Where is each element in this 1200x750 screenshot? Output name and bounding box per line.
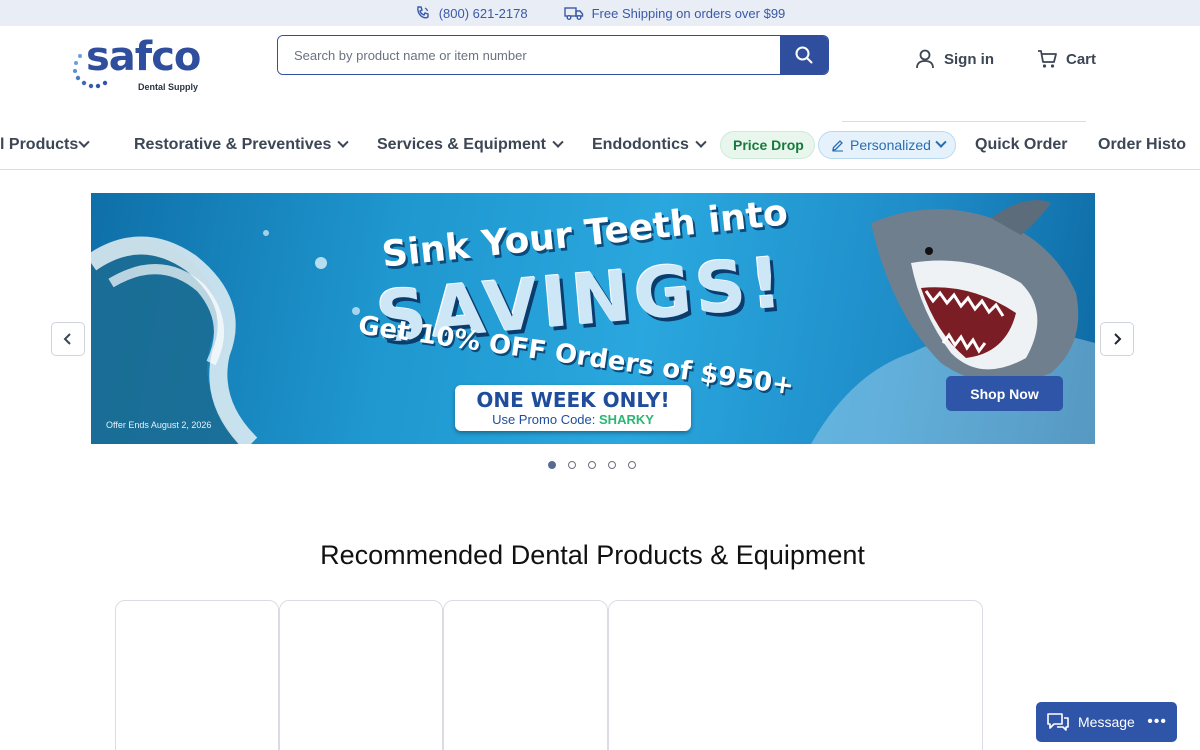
- carousel-prev-button[interactable]: [51, 322, 85, 356]
- chevron-right-icon: [1114, 333, 1122, 345]
- nav-label: Price Drop: [733, 137, 804, 153]
- search-input[interactable]: [278, 36, 780, 74]
- cart-label: Cart: [1066, 50, 1097, 68]
- banner-fine-print: Offer Ends August 2, 2026: [106, 420, 212, 430]
- nav-item-quick-order[interactable]: Quick Order: [975, 122, 1067, 168]
- user-icon: [916, 49, 934, 69]
- chevron-down-icon: [935, 136, 947, 148]
- promo-line: Use Promo Code: SHARKY: [455, 412, 691, 427]
- chevron-down-icon: [695, 136, 707, 148]
- nav-item-endodontics[interactable]: Endodontics: [592, 122, 707, 168]
- hero-banner[interactable]: Sink Your Teeth into SAVINGS! Get 10% OF…: [91, 193, 1095, 444]
- section-title: Recommended Dental Products & Equipment: [320, 540, 865, 570]
- announcement-bar: (800) 621-2178 Free Shipping on orders o…: [0, 0, 1200, 26]
- nav-label: Restorative & Preventives: [134, 136, 332, 153]
- carousel-indicators: [548, 461, 636, 469]
- nav-item-restorative[interactable]: Restorative & Preventives: [134, 122, 350, 168]
- search-bar: [277, 35, 829, 75]
- site-header: safco Dental Supply Sign in Cart: [0, 26, 1200, 122]
- carousel-dot[interactable]: [608, 461, 616, 469]
- nav-label: Endodontics: [592, 136, 689, 153]
- safco-logo[interactable]: safco Dental Supply: [72, 34, 212, 96]
- carousel-dot[interactable]: [568, 461, 576, 469]
- carousel-dot[interactable]: [628, 461, 636, 469]
- sign-in-link[interactable]: Sign in: [914, 48, 994, 70]
- message-label: Message: [1078, 714, 1135, 730]
- sign-in-label: Sign in: [944, 50, 994, 68]
- nav-label: Personalized: [850, 137, 931, 153]
- promo-code: SHARKY: [599, 412, 654, 427]
- product-card[interactable]: [115, 600, 279, 750]
- chevron-down-icon: [337, 136, 350, 148]
- pencil-icon: [832, 139, 843, 152]
- more-options-icon[interactable]: •••: [1147, 713, 1167, 731]
- chevron-left-icon: [63, 333, 71, 345]
- logo-subtitle: Dental Supply: [138, 82, 199, 92]
- carousel-next-button[interactable]: [1100, 322, 1134, 356]
- promo-title: ONE WEEK ONLY!: [476, 388, 670, 412]
- cart-icon: [1038, 50, 1057, 68]
- logo-wordmark: safco: [86, 34, 201, 80]
- carousel-dot[interactable]: [548, 461, 556, 469]
- nav-item-order-history[interactable]: Order Histo: [1098, 122, 1186, 168]
- chat-bubble-icon: [1047, 713, 1069, 731]
- nav-label: l Products: [0, 136, 79, 153]
- nav-item-all-products[interactable]: l Products: [0, 122, 90, 168]
- nav-label: Services & Equipment: [377, 136, 546, 153]
- chevron-down-icon: [552, 136, 564, 148]
- search-button[interactable]: [780, 36, 828, 74]
- nav-item-price-drop[interactable]: Price Drop: [720, 131, 815, 159]
- nav-label: Order Histo: [1098, 136, 1187, 153]
- product-card[interactable]: [443, 600, 608, 750]
- promo-box: ONE WEEK ONLY! Use Promo Code: SHARKY: [455, 385, 691, 431]
- truck-icon: [563, 5, 584, 21]
- cart-link[interactable]: Cart: [1036, 48, 1096, 70]
- product-card[interactable]: [608, 600, 983, 750]
- nav-item-services-equipment[interactable]: Services & Equipment: [377, 122, 564, 168]
- chevron-down-icon: [78, 136, 90, 148]
- promo-prefix: Use Promo Code:: [492, 412, 596, 427]
- shop-now-button[interactable]: Shop Now: [946, 376, 1063, 411]
- carousel-dot[interactable]: [588, 461, 596, 469]
- message-chat-button[interactable]: Message •••: [1036, 702, 1177, 742]
- product-card[interactable]: [279, 600, 443, 750]
- search-icon: [795, 46, 813, 64]
- phone-link[interactable]: (800) 621-2178: [415, 5, 528, 21]
- nav-item-personalized[interactable]: Personalized: [818, 131, 956, 159]
- shipping-notice: Free Shipping on orders over $99: [563, 5, 786, 21]
- shipping-text: Free Shipping on orders over $99: [591, 5, 786, 21]
- nav-label: Quick Order: [975, 136, 1068, 153]
- phone-icon: [415, 5, 431, 21]
- phone-number: (800) 621-2178: [438, 5, 528, 21]
- main-nav: l Products Restorative & Preventives Ser…: [0, 122, 1200, 170]
